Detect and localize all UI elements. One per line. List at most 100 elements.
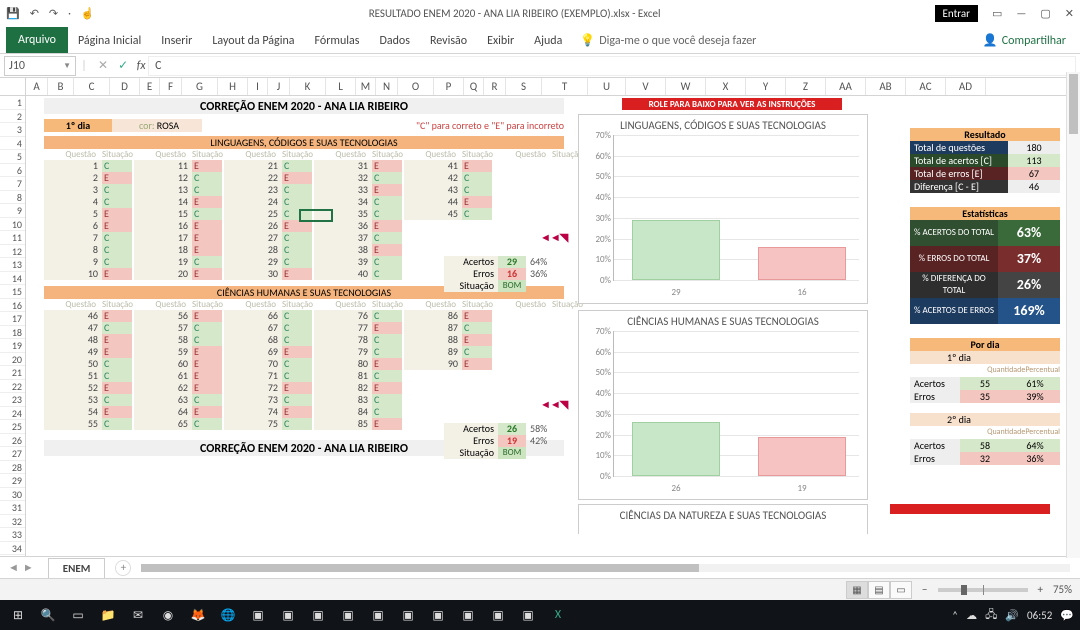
row-13[interactable]: 13 [0,258,25,272]
col-G[interactable]: G [182,78,218,95]
row-30[interactable]: 30 [0,488,25,502]
question-row[interactable]: 8C [44,244,134,256]
question-row[interactable]: 10E [44,268,134,280]
tab-review[interactable]: Revisão [420,29,477,53]
question-row[interactable]: 20E [134,268,224,280]
chrome-icon[interactable]: ◉ [156,603,180,627]
question-row[interactable]: 65C [134,418,224,430]
chart-humanas[interactable]: CIÊNCIAS HUMANAS E SUAS TECNOLOGIAS 0%10… [578,310,868,500]
volume-icon[interactable]: 🔊 [1005,609,1019,622]
touch-icon[interactable]: ☝ [81,7,95,20]
question-row[interactable]: 85E [314,418,404,430]
row-11[interactable]: 11 [0,231,25,245]
col-V[interactable]: V [626,78,666,95]
chevron-down-icon[interactable]: ▼ [63,61,71,71]
horizontal-scrollbar[interactable] [141,561,1070,575]
tab-data[interactable]: Dados [369,29,419,53]
accept-entry-icon[interactable]: ✓ [118,58,128,73]
row-headers[interactable]: 1234567891011121314151617181920212223242… [0,96,26,556]
redo-icon[interactable]: ↷ [49,7,58,20]
chart-linguagens[interactable]: LINGUAGENS, CÓDIGOS E SUAS TECNOLOGIAS 0… [578,114,868,304]
onedrive-icon[interactable]: ☁ [966,609,977,622]
row-15[interactable]: 15 [0,285,25,299]
row-10[interactable]: 10 [0,218,25,232]
tab-layout[interactable]: Layout da Página [202,29,304,53]
start-icon[interactable]: ⊞ [6,603,30,627]
fx-icon[interactable]: fx [134,59,148,73]
row-25[interactable]: 25 [0,420,25,434]
col-Z[interactable]: Z [786,78,826,95]
taskview-icon[interactable]: ▭ [66,603,90,627]
col-R[interactable]: R [484,78,506,95]
ribbon-options-icon[interactable]: ▭ [992,7,1002,20]
row-6[interactable]: 6 [0,164,25,178]
zoom-out-button[interactable]: − [922,583,927,596]
select-all-corner[interactable] [0,78,26,95]
row-19[interactable]: 19 [0,339,25,353]
question-row[interactable]: 1C [44,160,134,172]
row-32[interactable]: 32 [0,515,25,529]
save-icon[interactable]: 💾 [6,7,20,20]
app-icon[interactable]: ▣ [516,603,540,627]
question-row[interactable]: 30E [224,268,314,280]
col-AA[interactable]: AA [826,78,866,95]
col-T[interactable]: T [542,78,588,95]
cancel-entry-icon[interactable]: ✕ [98,58,108,73]
row-3[interactable]: 3 [0,123,25,137]
notifications-icon[interactable]: 💬 [1060,609,1074,622]
question-row[interactable]: 55C [44,418,134,430]
column-headers[interactable]: ABCDEFGHIJKLMNOPQRSTUVWXYZAAABACAD [0,78,1080,96]
tab-home[interactable]: Página Inicial [68,29,151,53]
question-row[interactable]: 4C [44,196,134,208]
row-2[interactable]: 2 [0,110,25,124]
tab-formulas[interactable]: Fórmulas [305,29,370,53]
row-21[interactable]: 21 [0,366,25,380]
view-page-icon[interactable]: ▤ [868,581,890,599]
tab-nav-prev-icon[interactable]: ◄ [8,561,19,574]
chart-natureza-peek[interactable]: CIÊNCIAS DA NATUREZA E SUAS TECNOLOGIAS [578,504,868,534]
col-L[interactable]: L [326,78,356,95]
question-row[interactable]: 5E [44,208,134,220]
tab-file[interactable]: Arquivo [6,27,68,53]
tab-insert[interactable]: Inserir [151,29,202,53]
share-button[interactable]: 👤Compartilhar [975,28,1074,53]
formula-input[interactable]: C [148,56,1076,76]
question-row[interactable]: 6E [44,220,134,232]
col-AB[interactable]: AB [866,78,906,95]
row-12[interactable]: 12 [0,245,25,259]
name-box[interactable]: J10▼ [4,56,76,76]
col-N[interactable]: N [376,78,398,95]
col-Q[interactable]: Q [464,78,484,95]
app-icon[interactable]: ▣ [486,603,510,627]
edge-icon[interactable]: 🌐 [216,603,240,627]
question-row[interactable]: 45C [404,208,494,220]
row-26[interactable]: 26 [0,434,25,448]
view-normal-icon[interactable]: ▦ [846,581,868,599]
row-17[interactable]: 17 [0,312,25,326]
row-23[interactable]: 23 [0,393,25,407]
zoom-slider[interactable] [938,588,1028,592]
view-break-icon[interactable]: ▭ [890,581,912,599]
col-M[interactable]: M [356,78,376,95]
minimize-icon[interactable]: — [1016,7,1026,20]
question-row[interactable]: 90E [404,358,494,370]
col-B[interactable]: B [48,78,74,95]
row-34[interactable]: 34 [0,542,25,556]
col-U[interactable]: U [588,78,626,95]
vertical-scrollbar[interactable] [1066,72,1080,558]
row-24[interactable]: 24 [0,407,25,421]
col-D[interactable]: D [110,78,140,95]
question-row[interactable]: 7C [44,232,134,244]
row-28[interactable]: 28 [0,461,25,475]
tell-me-box[interactable]: 💡Diga-me o que você deseja fazer [572,28,764,53]
col-AC[interactable]: AC [906,78,946,95]
zoom-in-button[interactable]: + [1038,583,1043,596]
firefox-icon[interactable]: 🦊 [186,603,210,627]
row-27[interactable]: 27 [0,447,25,461]
signin-button[interactable]: Entrar [935,5,978,22]
sheet-tab-enem[interactable]: ENEM [48,558,106,578]
col-F[interactable]: F [160,78,182,95]
row-16[interactable]: 16 [0,299,25,313]
row-22[interactable]: 22 [0,380,25,394]
app-icon[interactable]: ▣ [276,603,300,627]
